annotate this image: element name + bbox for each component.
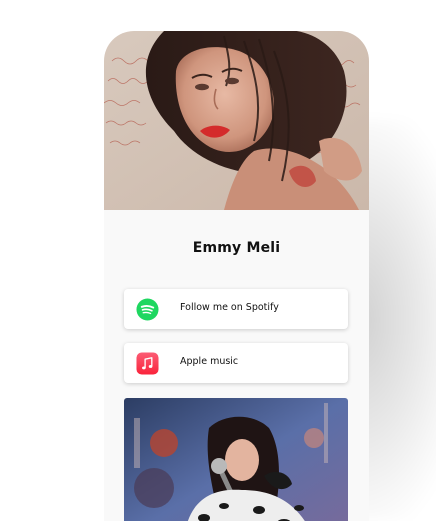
spotify-link-button[interactable]: Follow me on Spotify — [124, 289, 348, 329]
apple-music-icon — [136, 352, 159, 375]
profile-header-photo — [104, 31, 369, 210]
spotify-link-label: Follow me on Spotify — [180, 302, 279, 313]
page: Emmy Meli Follow me on Spotify Apple mus… — [0, 0, 436, 521]
spotify-icon — [136, 298, 159, 321]
video-thumbnail[interactable] — [124, 398, 348, 521]
apple-music-link-button[interactable]: Apple music — [124, 343, 348, 383]
profile-name: Emmy Meli — [192, 240, 281, 256]
profile-card: Emmy Meli Follow me on Spotify Apple mus… — [104, 31, 369, 521]
apple-music-link-label: Apple music — [180, 356, 239, 367]
